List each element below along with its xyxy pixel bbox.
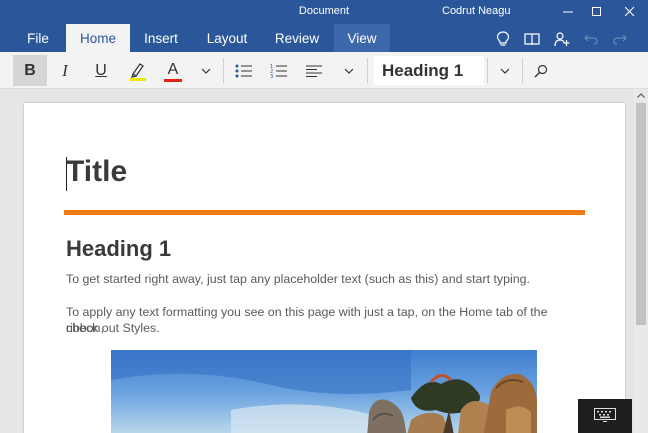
paragraph-more-button[interactable] <box>337 55 361 86</box>
font-color-letter: A <box>167 60 179 78</box>
tab-insert[interactable]: Insert <box>135 24 187 52</box>
document-page[interactable]: Title Heading 1 To get started right awa… <box>24 103 625 433</box>
paragraph-2-line-2[interactable]: check out Styles. <box>66 320 586 336</box>
toolbar-divider <box>223 58 224 83</box>
styles-dropdown-button[interactable] <box>492 55 518 86</box>
read-mode-button[interactable] <box>520 28 544 50</box>
highlight-button[interactable] <box>122 55 154 86</box>
close-icon <box>625 7 635 17</box>
align-left-icon <box>306 65 322 77</box>
keyboard-icon <box>594 408 616 422</box>
bold-button[interactable]: B <box>13 55 47 86</box>
text-cursor <box>66 157 67 191</box>
font-more-button[interactable] <box>194 55 218 86</box>
toolbar-divider <box>487 58 488 83</box>
align-left-button[interactable] <box>300 55 328 86</box>
chevron-up-icon <box>637 92 645 98</box>
title-bar: Document Codrut Neagu <box>0 0 648 24</box>
scrollbar-thumb[interactable] <box>636 103 646 325</box>
document-title: Document <box>298 5 350 17</box>
tab-file[interactable]: File <box>18 24 58 52</box>
chevron-down-icon <box>344 68 354 74</box>
numbering-icon: 1 2 3 <box>270 64 287 79</box>
tell-me-button[interactable] <box>491 28 515 50</box>
home-toolbar: B I U A 1 2 3 Heading 1 <box>0 52 648 89</box>
svg-text:3: 3 <box>270 74 273 79</box>
redo-icon <box>613 34 627 45</box>
font-color-button[interactable]: A <box>158 55 188 86</box>
document-canvas[interactable]: Title Heading 1 To get started right awa… <box>0 89 634 433</box>
current-style-label: Heading 1 <box>382 61 464 80</box>
tab-review[interactable]: Review <box>268 24 326 52</box>
vertical-scrollbar[interactable] <box>634 89 648 433</box>
document-photo[interactable] <box>111 350 537 433</box>
tab-view[interactable]: View <box>334 24 390 52</box>
numbering-button[interactable]: 1 2 3 <box>265 55 293 86</box>
highlighter-icon <box>130 62 146 81</box>
undo-button[interactable] <box>579 28 603 50</box>
read-mode-icon <box>524 33 540 46</box>
tab-layout[interactable]: Layout <box>200 24 254 52</box>
title-underline-rule <box>64 210 585 215</box>
user-name[interactable]: Codrut Neagu <box>442 5 511 17</box>
doc-heading-1[interactable]: Heading 1 <box>66 236 171 262</box>
tab-home[interactable]: Home <box>66 24 130 52</box>
bullets-button[interactable] <box>230 55 258 86</box>
paragraph-1[interactable]: To get started right away, just tap any … <box>66 271 586 287</box>
maximize-button[interactable] <box>581 0 613 24</box>
font-color-swatch <box>164 78 182 82</box>
bullets-icon <box>235 64 252 77</box>
toolbar-divider <box>522 58 523 83</box>
underline-button[interactable]: U <box>86 55 116 86</box>
landscape-image <box>111 350 537 433</box>
search-icon <box>534 64 548 77</box>
scroll-up-button[interactable] <box>634 89 648 101</box>
minimize-button[interactable] <box>552 0 584 24</box>
undo-icon <box>584 34 598 45</box>
chevron-down-icon <box>201 68 211 74</box>
toolbar-divider <box>367 58 368 83</box>
italic-button[interactable]: I <box>50 55 80 86</box>
touch-keyboard-button[interactable] <box>578 399 632 433</box>
redo-button[interactable] <box>608 28 632 50</box>
styles-gallery[interactable]: Heading 1 <box>374 56 484 85</box>
find-button[interactable] <box>528 55 554 86</box>
minimize-icon <box>563 11 573 13</box>
close-button[interactable] <box>614 0 646 24</box>
share-button[interactable] <box>550 28 574 50</box>
share-person-icon <box>554 32 570 47</box>
maximize-icon <box>592 7 601 16</box>
ribbon-tab-bar: File Home Insert Layout Review View <box>0 24 648 52</box>
doc-title[interactable]: Title <box>66 155 127 189</box>
lightbulb-icon <box>496 31 510 46</box>
chevron-down-icon <box>500 68 510 74</box>
